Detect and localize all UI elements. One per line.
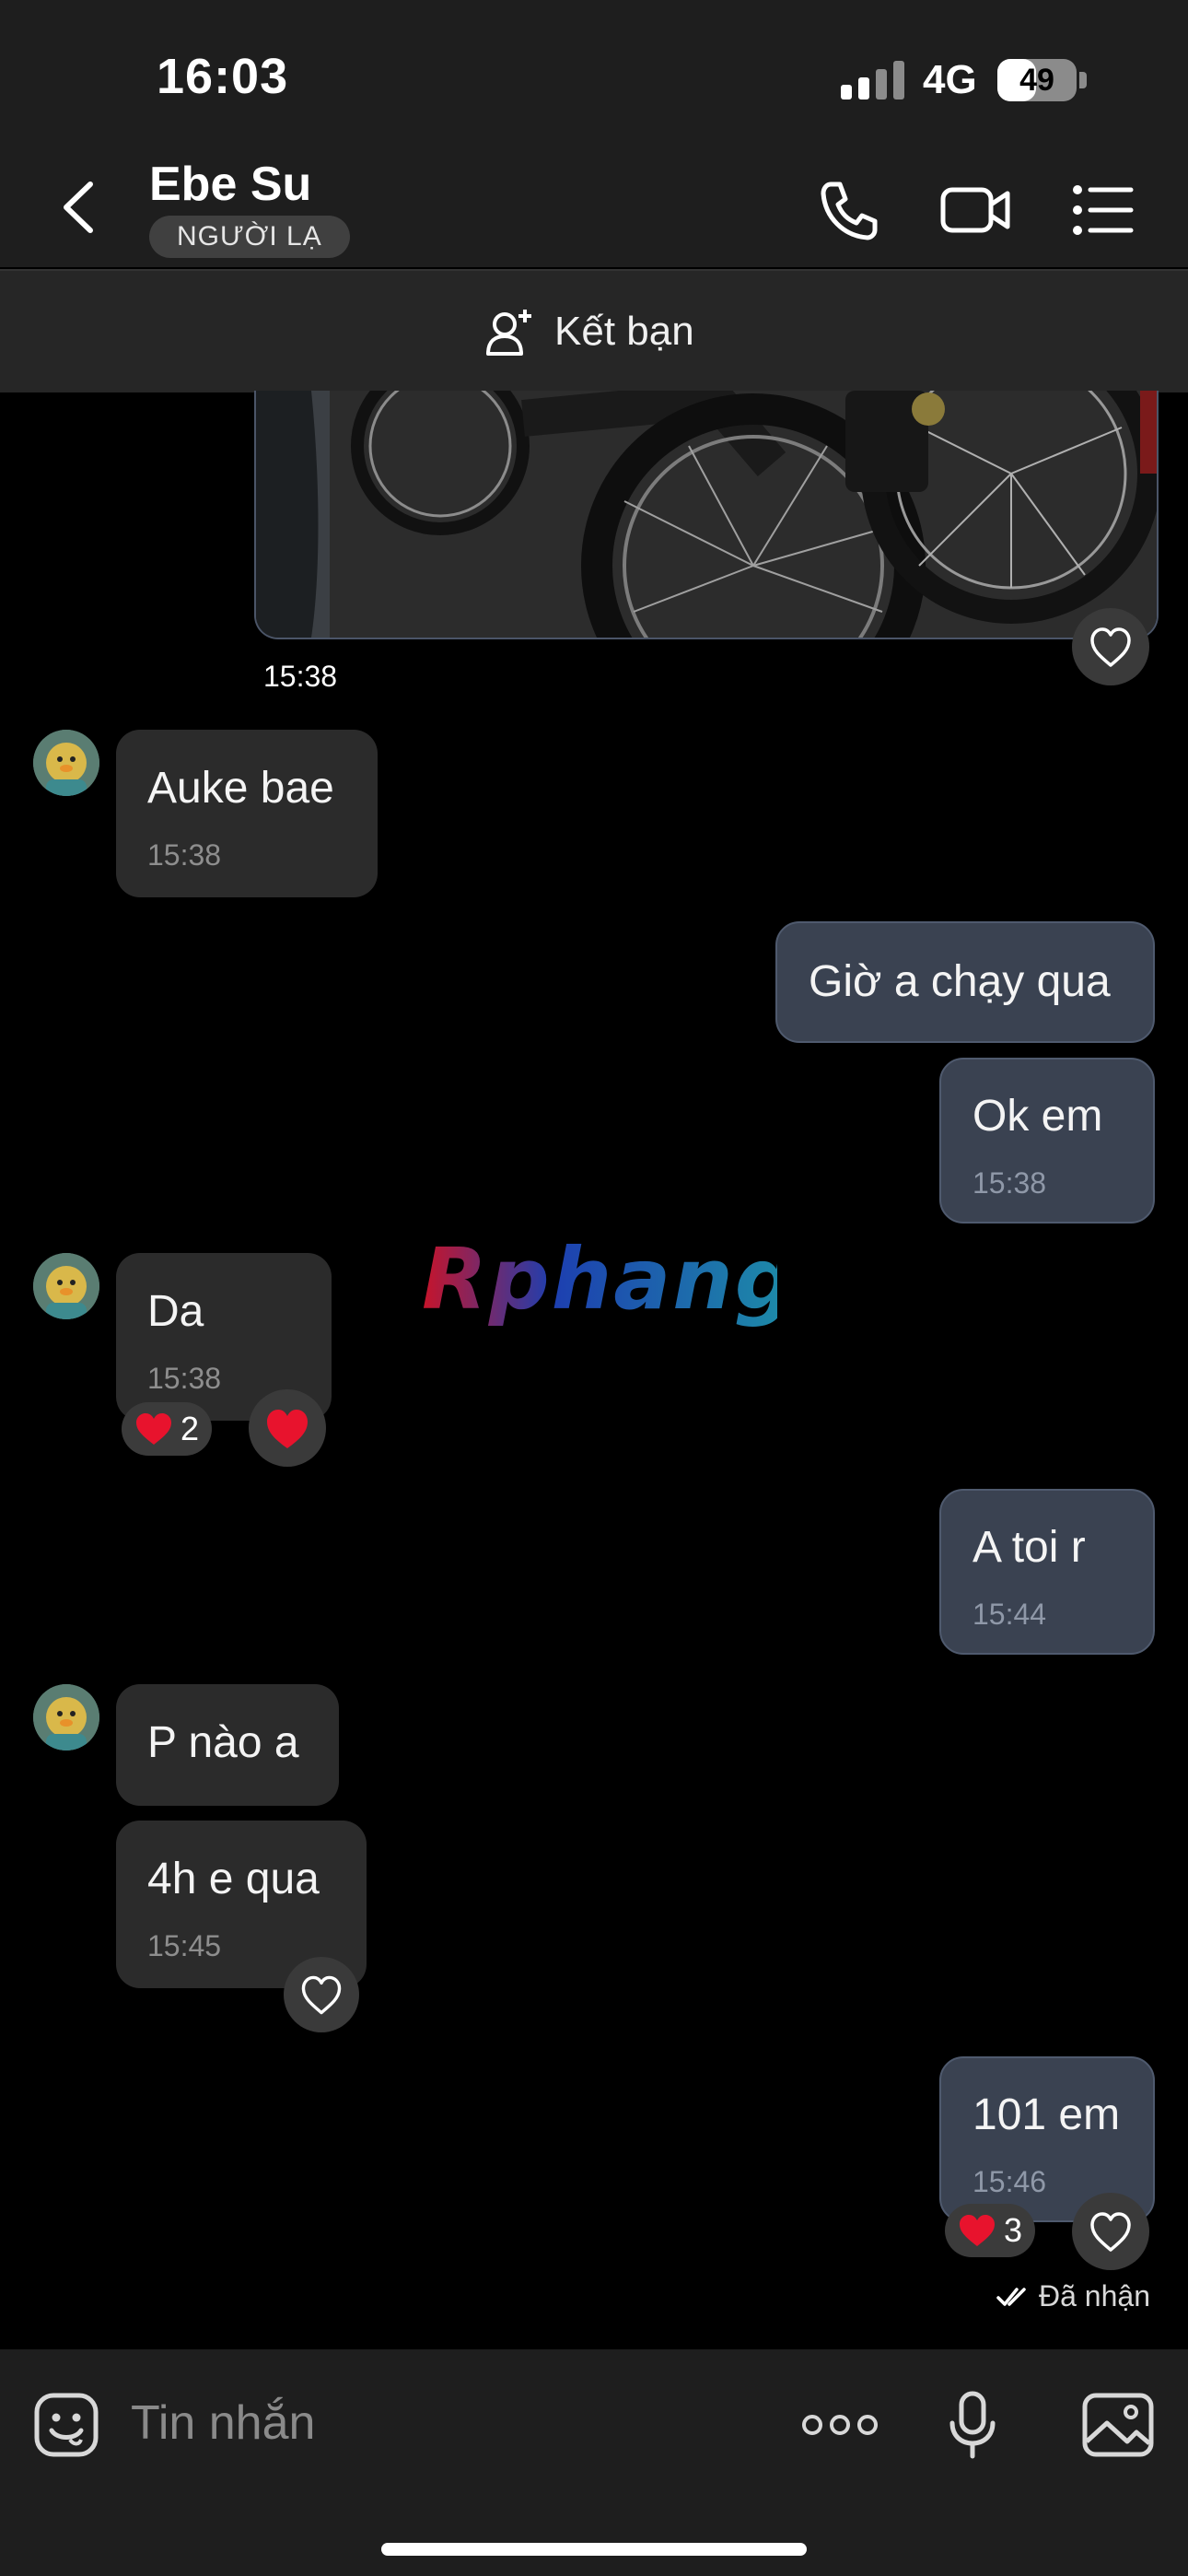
list-menu-icon xyxy=(1073,185,1134,235)
message-text: Giờ a chạy qua xyxy=(809,957,1111,1006)
phone-icon xyxy=(821,181,878,240)
message-time: 15:45 xyxy=(147,1929,222,1962)
heart-outline-icon xyxy=(301,1975,342,2015)
message-bubble[interactable]: P nào a xyxy=(116,1684,339,1806)
stranger-badge: NGƯỜI LẠ xyxy=(149,216,350,258)
message-time: 15:44 xyxy=(973,1598,1047,1631)
battery-level: 49 xyxy=(1019,63,1054,98)
call-button[interactable] xyxy=(814,175,884,245)
video-call-button[interactable] xyxy=(939,175,1013,245)
duck-avatar-icon xyxy=(33,730,99,796)
react-button[interactable] xyxy=(249,1389,326,1467)
react-button[interactable] xyxy=(1072,2193,1149,2270)
heart-outline-icon xyxy=(1090,2212,1131,2252)
heart-icon xyxy=(960,2215,995,2246)
chevron-left-icon xyxy=(64,181,93,233)
add-friend-label: Kết bạn xyxy=(554,309,694,354)
avatar[interactable] xyxy=(33,1253,99,1319)
message-bubble[interactable]: Ok em 15:38 xyxy=(939,1058,1155,1224)
emoji-sticker-icon xyxy=(34,2393,99,2457)
motorbike-image xyxy=(256,391,1157,638)
status-time: 16:03 xyxy=(157,49,289,104)
reaction-count: 3 xyxy=(1004,2211,1023,2249)
top-bar: 16:03 4G 49 Ebe Su NGƯỜI LẠ xyxy=(0,0,1188,267)
sticker-button[interactable] xyxy=(29,2388,103,2462)
message-text: 101 em xyxy=(973,2090,1121,2139)
double-check-icon xyxy=(996,2287,1026,2306)
microphone-icon xyxy=(949,2391,996,2459)
contact-name[interactable]: Ebe Su xyxy=(149,157,311,212)
message-input-bar: Tin nhắn xyxy=(0,2349,1188,2576)
photo-timestamp: 15:38 xyxy=(263,660,338,693)
message-text: Auke bae xyxy=(147,764,334,813)
watermark-text: Rphang xyxy=(422,1235,777,1329)
avatar[interactable] xyxy=(33,730,99,796)
signal-icon xyxy=(841,61,905,100)
message-bubble[interactable]: A toi r 15:44 xyxy=(939,1489,1155,1655)
delivery-status-text: Đã nhận xyxy=(1039,2279,1150,2313)
add-friend-bar[interactable]: Kết bạn xyxy=(0,269,1188,392)
message-input[interactable]: Tin nhắn xyxy=(131,2388,683,2458)
home-indicator[interactable] xyxy=(381,2543,807,2556)
voice-message-button[interactable] xyxy=(936,2388,1009,2462)
chat-options-button[interactable] xyxy=(1072,175,1136,245)
message-bubble[interactable]: Giờ a chạy qua xyxy=(775,921,1155,1043)
add-friend-button[interactable]: Kết bạn xyxy=(484,304,694,359)
message-time: 15:38 xyxy=(973,1166,1047,1200)
gallery-button[interactable] xyxy=(1079,2388,1157,2462)
duck-avatar-icon xyxy=(33,1684,99,1751)
heart-outline-icon xyxy=(1090,627,1131,667)
watermark-logo: Rphang xyxy=(418,1230,796,1359)
message-text: A toi r xyxy=(973,1523,1086,1572)
avatar[interactable] xyxy=(33,1684,99,1751)
more-dots-icon xyxy=(802,2415,878,2435)
react-button[interactable] xyxy=(284,1957,359,2032)
back-button[interactable] xyxy=(52,175,107,240)
message-text: Ok em xyxy=(973,1092,1103,1141)
add-user-icon xyxy=(486,310,531,356)
message-text: Da xyxy=(147,1287,204,1336)
battery-tip xyxy=(1079,72,1087,88)
reaction-summary[interactable]: 2 xyxy=(122,1402,213,1456)
motorbike-photo[interactable] xyxy=(254,391,1159,639)
message-text: 4h e qua xyxy=(147,1855,320,1903)
message-text: P nào a xyxy=(147,1718,299,1767)
reaction-count: 2 xyxy=(181,1410,200,1447)
message-bubble[interactable]: Auke bae 15:38 xyxy=(116,730,378,897)
heart-icon xyxy=(267,1410,308,1448)
message-time: 15:38 xyxy=(147,838,222,872)
heart-icon xyxy=(136,1413,171,1445)
delivery-status: Đã nhận xyxy=(996,2279,1150,2313)
network-type: 4G xyxy=(923,57,977,102)
more-options-button[interactable] xyxy=(801,2388,879,2462)
reaction-summary[interactable]: 3 xyxy=(945,2204,1036,2257)
image-icon xyxy=(1082,2393,1154,2457)
rphang-logo: Rphang xyxy=(422,1230,796,1329)
react-button[interactable] xyxy=(1072,608,1149,685)
video-camera-icon xyxy=(940,187,1010,233)
message-time: 15:38 xyxy=(147,1362,222,1395)
message-time: 15:46 xyxy=(973,2165,1047,2198)
duck-avatar-icon xyxy=(33,1253,99,1319)
battery-icon: 49 xyxy=(997,59,1077,101)
